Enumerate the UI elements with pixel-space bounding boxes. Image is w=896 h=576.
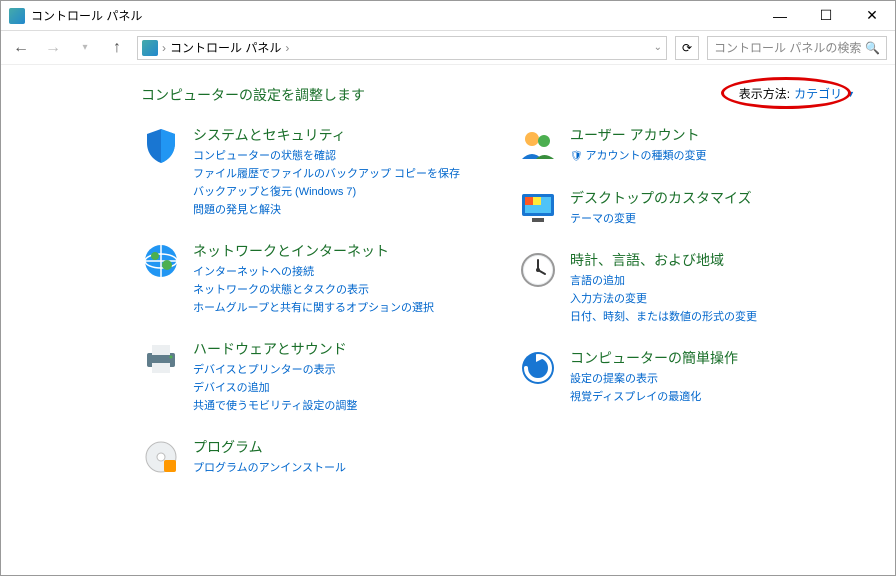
category-icon xyxy=(518,348,558,388)
category-icon xyxy=(518,188,558,228)
chevron-icon: › xyxy=(162,41,166,55)
category-link[interactable]: ファイル履歴でファイルのバックアップ コピーを保存 xyxy=(193,165,478,183)
category-title[interactable]: コンピューターの簡単操作 xyxy=(570,348,855,368)
chevron-down-icon[interactable]: ▼ xyxy=(846,89,855,99)
category-link[interactable]: 入力方法の変更 xyxy=(570,290,855,308)
category-icon xyxy=(141,437,181,477)
category-link[interactable]: 設定の提案の表示 xyxy=(570,370,855,388)
category-link[interactable]: バックアップと復元 (Windows 7) xyxy=(193,183,478,201)
breadcrumb-bar[interactable]: › コントロール パネル › ⌄ xyxy=(137,36,667,60)
category-item: 時計、言語、および地域言語の追加入力方法の変更日付、時刻、または数値の形式の変更 xyxy=(518,250,855,326)
category-link[interactable]: テーマの変更 xyxy=(570,210,855,228)
category-link[interactable]: 視覚ディスプレイの最適化 xyxy=(570,388,855,406)
category-link[interactable]: 言語の追加 xyxy=(570,272,855,290)
forward-button[interactable]: → xyxy=(41,36,65,60)
category-link[interactable]: 日付、時刻、または数値の形式の変更 xyxy=(570,308,855,326)
category-column-left: システムとセキュリティコンピューターの状態を確認ファイル履歴でファイルのバックア… xyxy=(141,125,478,499)
category-item: プログラムプログラムのアンインストール xyxy=(141,437,478,477)
breadcrumb-icon xyxy=(142,40,158,56)
category-link[interactable]: インターネットへの接続 xyxy=(193,263,478,281)
address-bar: ← → ▾ ↑ › コントロール パネル › ⌄ ⟳ コントロール パネルの検索… xyxy=(1,31,895,65)
view-by-label: 表示方法: xyxy=(739,85,790,102)
recent-dropdown[interactable]: ▾ xyxy=(73,36,97,60)
category-title[interactable]: システムとセキュリティ xyxy=(193,125,478,145)
view-by-value[interactable]: カテゴリ xyxy=(794,85,842,102)
shield-icon: 🛡 xyxy=(570,151,585,162)
search-placeholder: コントロール パネルの検索 xyxy=(714,39,861,56)
titlebar: コントロール パネル — ☐ ✕ xyxy=(1,1,895,31)
category-title[interactable]: ネットワークとインターネット xyxy=(193,241,478,261)
category-link[interactable]: コンピューターの状態を確認 xyxy=(193,147,478,165)
category-item: システムとセキュリティコンピューターの状態を確認ファイル履歴でファイルのバックア… xyxy=(141,125,478,219)
app-icon xyxy=(9,8,25,24)
minimize-button[interactable]: — xyxy=(757,1,803,31)
window-controls: — ☐ ✕ xyxy=(757,1,895,31)
view-by-control: 表示方法: カテゴリ ▼ xyxy=(739,85,855,102)
category-link[interactable]: プログラムのアンインストール xyxy=(193,459,478,477)
refresh-button[interactable]: ⟳ xyxy=(675,36,699,60)
close-button[interactable]: ✕ xyxy=(849,1,895,31)
category-link[interactable]: デバイスの追加 xyxy=(193,379,478,397)
category-link[interactable]: ネットワークの状態とタスクの表示 xyxy=(193,281,478,299)
category-icon xyxy=(518,125,558,165)
category-icon xyxy=(141,125,181,165)
category-title[interactable]: プログラム xyxy=(193,437,478,457)
window-title: コントロール パネル xyxy=(31,7,757,24)
category-link[interactable]: 共通で使うモビリティ設定の調整 xyxy=(193,397,478,415)
category-title[interactable]: ハードウェアとサウンド xyxy=(193,339,478,359)
category-icon xyxy=(141,339,181,379)
category-item: デスクトップのカスタマイズテーマの変更 xyxy=(518,188,855,228)
back-button[interactable]: ← xyxy=(9,36,33,60)
maximize-button[interactable]: ☐ xyxy=(803,1,849,31)
category-link[interactable]: 🛡 アカウントの種類の変更 xyxy=(570,147,855,166)
search-box[interactable]: コントロール パネルの検索 🔍 xyxy=(707,36,887,60)
content-area: コンピューターの設定を調整します 表示方法: カテゴリ ▼ システムとセキュリテ… xyxy=(1,65,895,519)
chevron-icon: › xyxy=(285,41,289,55)
category-item: ネットワークとインターネットインターネットへの接続ネットワークの状態とタスクの表… xyxy=(141,241,478,317)
breadcrumb-text[interactable]: コントロール パネル xyxy=(170,39,281,56)
category-link[interactable]: ホームグループと共有に関するオプションの選択 xyxy=(193,299,478,317)
search-icon: 🔍 xyxy=(865,41,880,55)
category-title[interactable]: ユーザー アカウント xyxy=(570,125,855,145)
category-item: ユーザー アカウント 🛡 アカウントの種類の変更 xyxy=(518,125,855,166)
category-column-right: ユーザー アカウント🛡 アカウントの種類の変更デスクトップのカスタマイズテーマの… xyxy=(518,125,855,499)
chevron-down-icon[interactable]: ⌄ xyxy=(654,42,662,53)
up-button[interactable]: ↑ xyxy=(105,36,129,60)
category-link[interactable]: 問題の発見と解決 xyxy=(193,201,478,219)
category-title[interactable]: デスクトップのカスタマイズ xyxy=(570,188,855,208)
category-icon xyxy=(518,250,558,290)
page-title: コンピューターの設定を調整します xyxy=(141,85,365,105)
category-item: コンピューターの簡単操作設定の提案の表示視覚ディスプレイの最適化 xyxy=(518,348,855,406)
category-icon xyxy=(141,241,181,281)
category-link[interactable]: デバイスとプリンターの表示 xyxy=(193,361,478,379)
category-title[interactable]: 時計、言語、および地域 xyxy=(570,250,855,270)
category-item: ハードウェアとサウンドデバイスとプリンターの表示デバイスの追加共通で使うモビリテ… xyxy=(141,339,478,415)
